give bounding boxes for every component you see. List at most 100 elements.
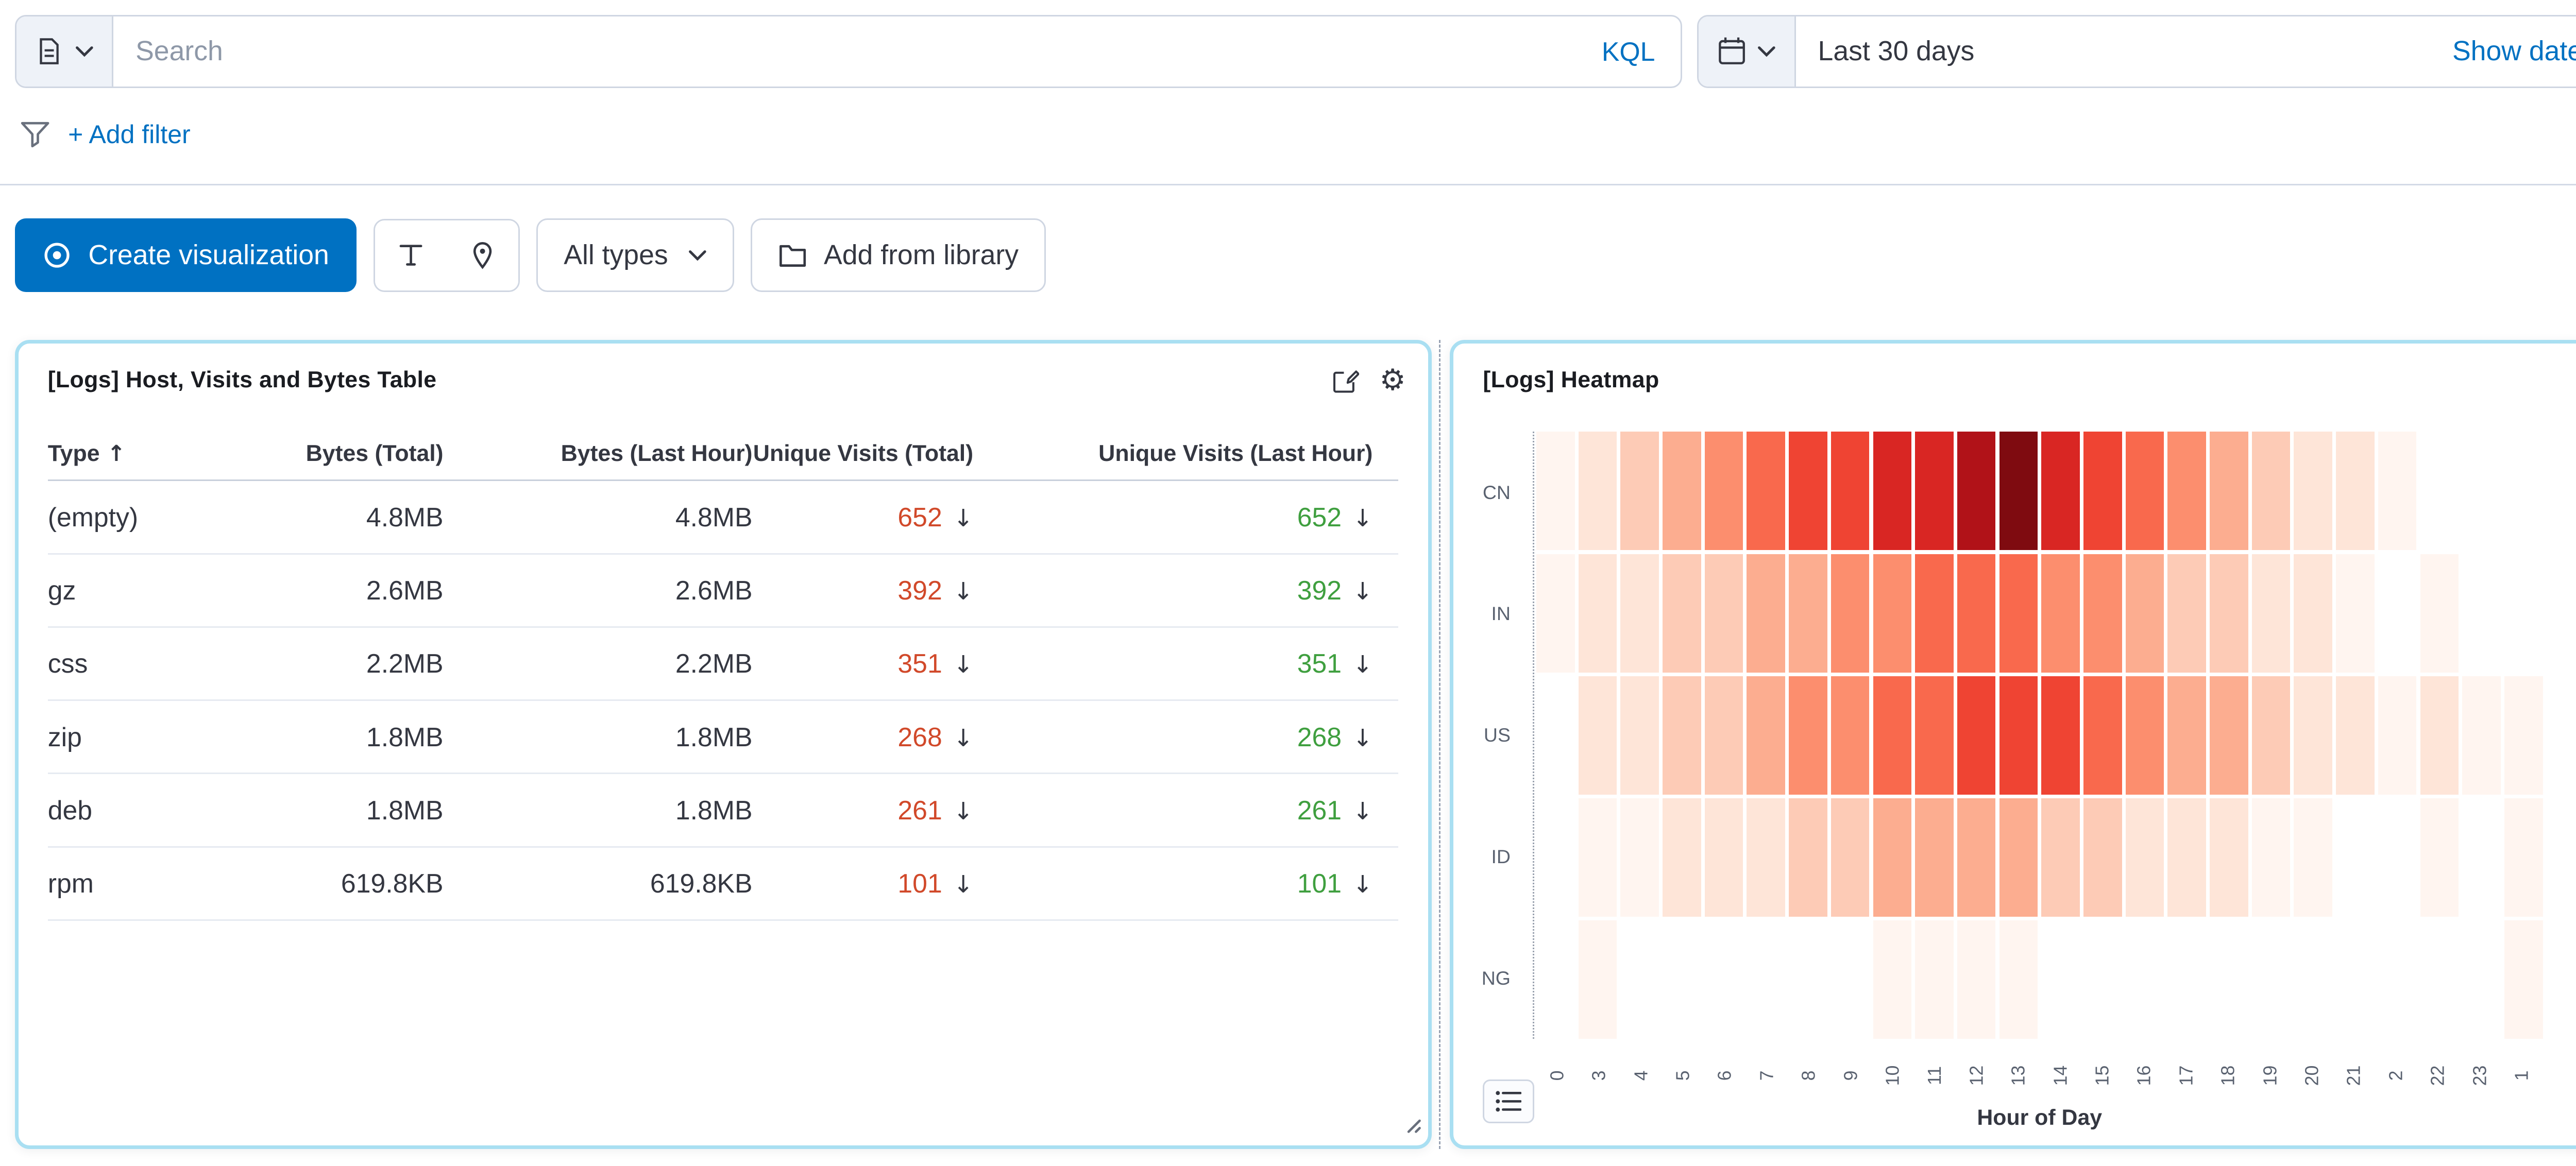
- heatmap-cell[interactable]: [1579, 676, 1617, 795]
- heatmap-cell[interactable]: [2041, 554, 2080, 673]
- heatmap-cell[interactable]: [2210, 554, 2248, 673]
- heatmap-cell[interactable]: [2378, 432, 2417, 550]
- heatmap-cell[interactable]: [1747, 676, 1785, 795]
- heatmap-cell[interactable]: [1663, 798, 1701, 917]
- heatmap-cell[interactable]: [2083, 798, 2122, 917]
- heatmap-cell[interactable]: [1873, 554, 1912, 673]
- heatmap-cell[interactable]: [1620, 554, 1659, 673]
- heatmap-cell[interactable]: [1999, 554, 2038, 673]
- create-visualization-button[interactable]: Create visualization: [15, 218, 357, 292]
- heatmap-cell[interactable]: [1663, 676, 1701, 795]
- heatmap-cell[interactable]: [1620, 798, 1659, 917]
- heatmap-cell[interactable]: [2126, 798, 2164, 917]
- heatmap-cell[interactable]: [1579, 432, 1617, 550]
- heatmap-cell[interactable]: [1873, 798, 1912, 917]
- heatmap-cell[interactable]: [1705, 676, 1743, 795]
- heatmap-cell[interactable]: [1915, 920, 1954, 1039]
- column-header[interactable]: Type↑: [48, 441, 241, 467]
- heatmap-cell[interactable]: [1915, 554, 1954, 673]
- heatmap-cell[interactable]: [2126, 554, 2164, 673]
- heatmap-cell[interactable]: [1873, 432, 1912, 550]
- heatmap-cell[interactable]: [1789, 798, 1827, 917]
- heatmap-cell[interactable]: [1747, 432, 1785, 550]
- heatmap-cell[interactable]: [1957, 920, 1996, 1039]
- resize-handle-icon[interactable]: [1400, 1108, 1422, 1142]
- all-types-dropdown[interactable]: All types: [536, 218, 734, 292]
- heatmap-cell[interactable]: [2336, 676, 2375, 795]
- heatmap-cell[interactable]: [2462, 676, 2501, 795]
- heatmap-cell[interactable]: [2294, 676, 2332, 795]
- heatmap-cell[interactable]: [1536, 554, 1575, 673]
- heatmap-cell[interactable]: [1579, 920, 1617, 1039]
- heatmap-cell[interactable]: [2378, 676, 2417, 795]
- heatmap-cell[interactable]: [2336, 432, 2375, 550]
- heatmap-cell[interactable]: [1957, 432, 1996, 550]
- heatmap-cell[interactable]: [1957, 798, 1996, 917]
- add-filter-button[interactable]: + Add filter: [68, 119, 191, 149]
- heatmap-cell[interactable]: [1705, 798, 1743, 917]
- heatmap-cell[interactable]: [2126, 432, 2164, 550]
- heatmap-cell[interactable]: [2083, 554, 2122, 673]
- heatmap-cell[interactable]: [2420, 676, 2459, 795]
- heatmap-cell[interactable]: [1831, 676, 1870, 795]
- heatmap-cell[interactable]: [1663, 554, 1701, 673]
- heatmap-cell[interactable]: [1831, 432, 1870, 550]
- heatmap-cell[interactable]: [1747, 554, 1785, 673]
- heatmap-cell[interactable]: [2167, 432, 2206, 550]
- heatmap-cell[interactable]: [2294, 554, 2332, 673]
- heatmap-cell[interactable]: [2210, 432, 2248, 550]
- edit-panel-icon[interactable]: [1332, 367, 1360, 395]
- heatmap-cell[interactable]: [1789, 554, 1827, 673]
- heatmap-cell[interactable]: [2252, 798, 2291, 917]
- saved-query-menu-button[interactable]: [16, 16, 114, 87]
- heatmap-cell[interactable]: [2420, 554, 2459, 673]
- heatmap-cell[interactable]: [2504, 798, 2543, 917]
- heatmap-cell[interactable]: [2210, 798, 2248, 917]
- heatmap-cell[interactable]: [1915, 676, 1954, 795]
- heatmap-cell[interactable]: [2083, 432, 2122, 550]
- heatmap-cell[interactable]: [2167, 798, 2206, 917]
- heatmap-cell[interactable]: [1915, 432, 1954, 550]
- heatmap-cell[interactable]: [1705, 432, 1743, 550]
- search-input[interactable]: [113, 16, 1576, 87]
- heatmap-cell[interactable]: [2083, 676, 2122, 795]
- column-header[interactable]: Bytes (Total): [241, 441, 444, 467]
- kql-badge[interactable]: KQL: [1576, 16, 1681, 87]
- heatmap-cell[interactable]: [1831, 554, 1870, 673]
- heatmap-cell[interactable]: [2041, 676, 2080, 795]
- add-annotation-button[interactable]: [447, 220, 518, 290]
- heatmap-cell[interactable]: [2252, 554, 2291, 673]
- show-dates-button[interactable]: Show dates: [2430, 16, 2576, 87]
- add-text-button[interactable]: [375, 220, 447, 290]
- heatmap-cell[interactable]: [1999, 432, 2038, 550]
- heatmap-cell[interactable]: [2210, 676, 2248, 795]
- heatmap-cell[interactable]: [1831, 798, 1870, 917]
- heatmap-cell[interactable]: [2294, 432, 2332, 550]
- add-from-library-button[interactable]: Add from library: [751, 218, 1046, 292]
- panel-options-icon[interactable]: ⚙: [1379, 366, 1405, 395]
- heatmap-cell[interactable]: [1579, 554, 1617, 673]
- heatmap-cell[interactable]: [1536, 432, 1575, 550]
- heatmap-cell[interactable]: [2252, 432, 2291, 550]
- heatmap-cell[interactable]: [2504, 676, 2543, 795]
- heatmap-cell[interactable]: [2041, 798, 2080, 917]
- heatmap-cell[interactable]: [1999, 920, 2038, 1039]
- heatmap-cell[interactable]: [2504, 920, 2543, 1039]
- heatmap-cell[interactable]: [1747, 798, 1785, 917]
- date-quick-select-button[interactable]: [1699, 16, 1796, 87]
- date-range-value[interactable]: Last 30 days: [1796, 16, 1996, 87]
- heatmap-cell[interactable]: [2336, 554, 2375, 673]
- heatmap-cell[interactable]: [2252, 676, 2291, 795]
- heatmap-cell[interactable]: [1957, 676, 1996, 795]
- legend-toggle-button[interactable]: [1483, 1079, 1534, 1124]
- heatmap-cell[interactable]: [1999, 676, 2038, 795]
- heatmap-cell[interactable]: [1663, 432, 1701, 550]
- heatmap-cell[interactable]: [1705, 554, 1743, 673]
- heatmap-cell[interactable]: [1789, 432, 1827, 550]
- heatmap-cell[interactable]: [1620, 676, 1659, 795]
- heatmap-cell[interactable]: [2126, 676, 2164, 795]
- heatmap-cell[interactable]: [2167, 554, 2206, 673]
- heatmap-cell[interactable]: [2294, 798, 2332, 917]
- heatmap-cell[interactable]: [1999, 798, 2038, 917]
- column-header[interactable]: Unique Visits (Last Hour): [973, 441, 1398, 467]
